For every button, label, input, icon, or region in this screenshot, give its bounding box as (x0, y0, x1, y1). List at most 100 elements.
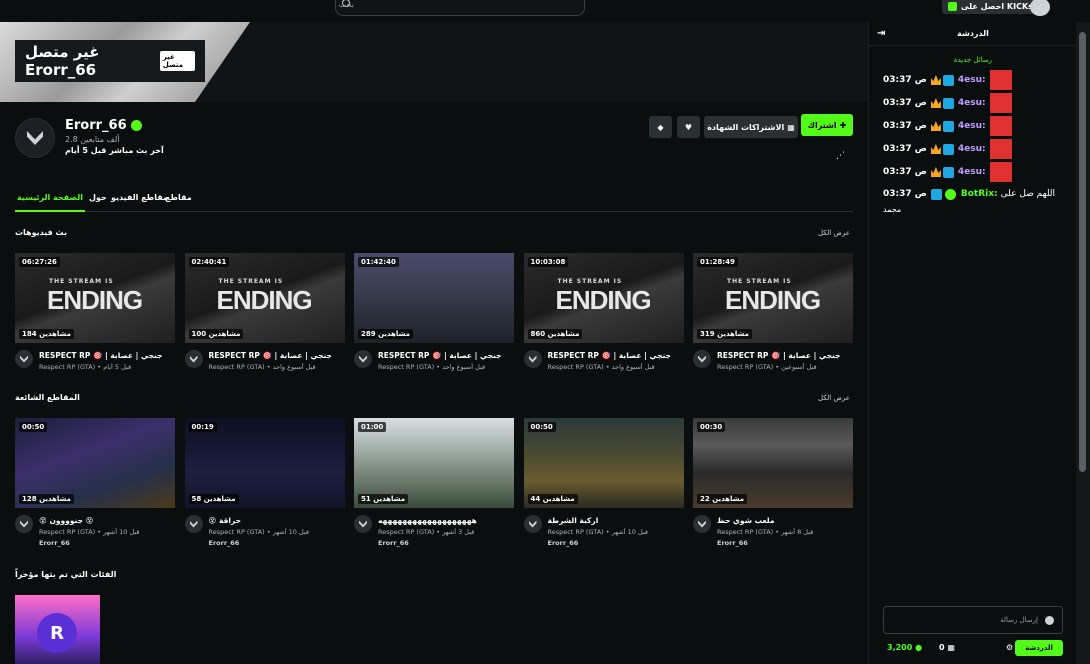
message-time: 03:37 ص (883, 189, 927, 199)
clip-title[interactable]: 😵 حراقة (209, 516, 345, 525)
wolf-logo-icon (27, 131, 43, 145)
clip-title[interactable]: ملعب شوي حظ (717, 516, 853, 525)
user-avatar[interactable] (1030, 0, 1050, 16)
channel-avatar[interactable] (15, 118, 55, 158)
message-text: اللهم صل على (1000, 189, 1056, 199)
recent-categories-title: الفئات التي تم بثها مؤخراً (15, 570, 117, 579)
subs-count[interactable]: 0 ▦ (939, 643, 955, 652)
clip-author[interactable]: Erorr_66 (39, 539, 70, 547)
video-title[interactable]: RESPECT RP 🎯 | جنجي | عصابة (548, 351, 684, 360)
message-username[interactable]: BotRix: (961, 189, 998, 199)
share-icon[interactable]: ⋰ (836, 151, 846, 161)
video-title[interactable]: RESPECT RP 🎯 | جنجي | عصابة (378, 351, 514, 360)
channel-avatar-small[interactable] (15, 350, 33, 368)
notification-button[interactable]: ◆ (649, 116, 672, 138)
search-input[interactable]: بحث (335, 0, 585, 16)
channel-avatar-small[interactable] (15, 515, 33, 533)
plus-icon: ✚ (839, 120, 847, 130)
new-messages-label: رسائل جديدة (953, 56, 993, 64)
offline-badge: غير متصل Erorr_66 غير متصل (15, 40, 205, 82)
channel-avatar-small[interactable] (184, 350, 203, 368)
clip-title[interactable]: هههههههههههههههههههه (378, 516, 514, 525)
channel-points[interactable]: 3,200 ● (887, 643, 922, 652)
video-title[interactable]: RESPECT RP 🎯 | جنجي | عصابة (717, 351, 853, 360)
clip-author[interactable]: Erorr_66 (548, 539, 579, 547)
crown-badge-icon (930, 144, 941, 154)
channel-avatar-small[interactable] (523, 350, 542, 368)
tab-home[interactable]: الصفحة الرئيسية (15, 190, 86, 212)
chat-message: 03:37 ص 4esu: (883, 70, 1073, 90)
video-thumbnail[interactable]: THE STREAM IS ENDING 02:40:41 100 مشاهدين (184, 253, 345, 343)
videos-see-all[interactable]: عرض الكل (818, 229, 850, 237)
clip-subtitle: Respect RP (GTA) • قبل 10 أشهر (208, 528, 309, 536)
sub-badge-icon (942, 74, 954, 86)
follow-button[interactable]: اشتراك ✚ (801, 114, 853, 136)
kicks-label: احصل على KICKs (961, 1, 1033, 11)
emoji-icon[interactable] (1045, 616, 1054, 625)
clip-thumbnail[interactable]: 00:50 128 مشاهدين (15, 418, 175, 508)
video-thumbnail[interactable]: THE STREAM IS ENDING 01:28:49 319 مشاهدين (693, 253, 853, 343)
clip-author[interactable]: Erorr_66 (209, 539, 240, 547)
emote-icon (989, 139, 1012, 159)
wolf-logo-icon (20, 520, 28, 528)
views-badge: 184 مشاهدين (19, 329, 74, 339)
video-thumbnail[interactable]: 01:42:40 289 مشاهدين (354, 253, 514, 343)
tab-videos[interactable]: مقاطع الفيديو (109, 190, 170, 205)
category-logo-icon: R (37, 613, 77, 653)
chat-header: ⇥ الدردشة (869, 22, 1077, 46)
clip-author[interactable]: Erorr_66 (717, 539, 748, 547)
clips-see-all[interactable]: عرض الكل (818, 394, 850, 402)
message-username[interactable]: 4esu: (958, 98, 986, 108)
gear-icon[interactable]: ⚙ (1006, 643, 1013, 652)
message-username[interactable]: 4esu: (958, 75, 986, 85)
channel-banner: غير متصل Erorr_66 غير متصل (0, 22, 868, 102)
channel-avatar-small[interactable] (184, 515, 203, 533)
views-badge: 319 مشاهدين (697, 329, 752, 339)
sub-badge-icon (942, 120, 954, 132)
video-thumbnail[interactable]: THE STREAM IS ENDING 06:27:26 184 مشاهدين (15, 253, 175, 343)
message-username[interactable]: 4esu: (958, 144, 986, 154)
clip-thumbnail[interactable]: 00:30 22 مشاهدين (693, 418, 853, 508)
clip-author[interactable]: Erorr_66 (378, 539, 409, 547)
clip-title[interactable]: 😵 جنوووون 😵 (39, 516, 175, 525)
tab-clips[interactable]: مقاطع (163, 190, 194, 205)
emote-icon (989, 162, 1012, 182)
clip-title[interactable]: اركبة الشرطة (548, 516, 684, 525)
scrollbar-thumb[interactable] (1079, 32, 1086, 472)
kicks-icon (948, 1, 957, 11)
channel-avatar-small[interactable] (693, 350, 711, 368)
video-title[interactable]: RESPECT RP 🎯 | جنجي | عصابة (209, 351, 345, 360)
chat-input[interactable]: إرسال رسالة (883, 606, 1063, 634)
video-thumbnail[interactable]: THE STREAM IS ENDING 10:03:08 860 مشاهدين (523, 253, 684, 343)
category-card[interactable]: R (15, 595, 100, 664)
clip-thumbnail[interactable]: 00:19 58 مشاهدين (184, 418, 345, 508)
clip-thumbnail[interactable]: 01:00 51 مشاهدين (354, 418, 514, 508)
heart-button[interactable]: ♥ (677, 116, 700, 138)
message-text-continued: محمد (883, 204, 902, 214)
chat-send-button[interactable]: الدردشة (1015, 640, 1063, 656)
scrollbar[interactable] (1076, 22, 1090, 664)
chat-message-bot: 03:37 ص BotRix: اللهم صل على محمد (883, 186, 1073, 216)
collapse-chat-icon[interactable]: ⇥ (877, 28, 885, 39)
channel-avatar-small[interactable] (354, 515, 372, 533)
thumb-small-text: THE STREAM IS (727, 278, 792, 285)
tab-about[interactable]: حول (87, 190, 109, 205)
channel-avatar-small[interactable] (693, 515, 711, 533)
message-username[interactable]: 4esu: (958, 121, 986, 131)
channel-avatar-small[interactable] (523, 515, 542, 533)
channel-avatar-small[interactable] (354, 350, 372, 368)
message-username[interactable]: 4esu: (958, 167, 986, 177)
get-kicks-button[interactable]: احصل على KICKs (942, 0, 1039, 14)
channel-tabs: الصفحة الرئيسية حول مقاطع الفيديو مقاطع (15, 184, 853, 212)
channel-name-row: Erorr_66 (65, 118, 142, 133)
clip-thumbnail[interactable]: 00:50 44 مشاهدين (523, 418, 684, 508)
views-badge: 51 مشاهدين (358, 494, 409, 504)
views-badge: 860 مشاهدين (527, 329, 583, 339)
clip-subtitle: Respect RP (GTA) • قبل 10 أشهر (39, 528, 140, 536)
subs-value: 0 (939, 643, 945, 652)
subscribe-button[interactable]: الاشتراكات الشهادة ▦ (704, 116, 798, 138)
clip-subtitle: Respect RP (GTA) • قبل 10 أشهر (547, 528, 648, 536)
points-value: 3,200 (887, 643, 913, 652)
video-title[interactable]: RESPECT RP 🎯 | جنجي | عصابة (39, 351, 175, 360)
thumb-small-text: THE STREAM IS (49, 278, 114, 285)
